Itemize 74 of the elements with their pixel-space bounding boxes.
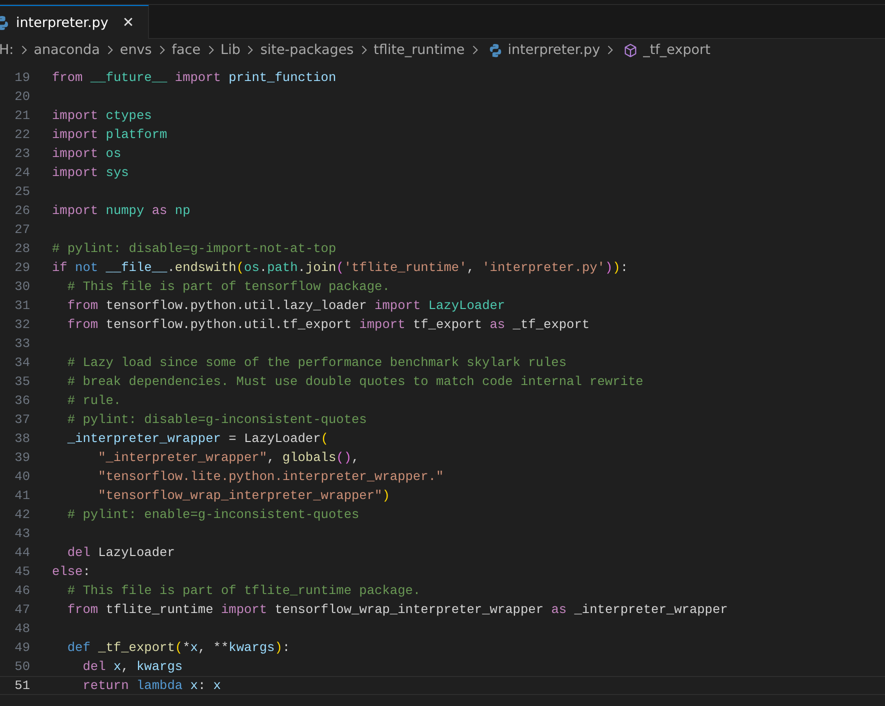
breadcrumb-item[interactable]: H: [0, 42, 15, 58]
line-number: 22 [14, 126, 30, 144]
breadcrumb-item[interactable]: _tf_export [642, 42, 712, 58]
line-number: 44 [14, 544, 30, 562]
code-line: # break dependencies. Must use double quotes to match code internal rewrite [66, 373, 644, 391]
code-line: del x, kwargs [82, 658, 183, 676]
line-number: 24 [14, 164, 30, 182]
code-line: # This file is part of tflite_runtime package. [66, 582, 421, 600]
code-line: del LazyLoader [66, 544, 175, 562]
code-line: return lambda x: x [82, 677, 221, 694]
code-line: "tensorflow.lite.python.interpreter_wrapper." [97, 468, 444, 486]
code-line: from tensorflow.python.util.lazy_loader import LazyLoader [66, 297, 506, 315]
line-number: 33 [14, 335, 30, 353]
line-number: 34 [14, 354, 30, 372]
breadcrumb-item[interactable]: tflite_runtime [372, 42, 466, 58]
line-number: 48 [14, 620, 30, 638]
line-number: 27 [14, 221, 30, 239]
close-button[interactable]: ✕ [118, 14, 138, 30]
breadcrumb-item[interactable]: site-packages [259, 42, 355, 58]
code-line: # Lazy load since some of the performance benchmark skylark rules [66, 354, 567, 372]
code-line: import numpy as np [52, 202, 190, 220]
code-line: # pylint: disable=g-import-not-at-top [52, 240, 336, 258]
code-line: import ctypes [52, 107, 152, 125]
code-line: from tflite_runtime import tensorflow_wrap_interpreter_wrapper as _interpreter_wrapper [66, 601, 728, 619]
breadcrumb-item[interactable]: envs [118, 42, 153, 58]
line-number: 37 [14, 411, 30, 429]
line-number: 21 [14, 107, 30, 125]
line-number: 50 [14, 658, 30, 676]
code-line: _interpreter_wrapper = LazyLoader( [66, 430, 328, 448]
line-number: 31 [14, 297, 30, 315]
line-number: 25 [14, 183, 30, 201]
breadcrumb-item[interactable]: anaconda [32, 42, 101, 58]
code-line: else: [52, 563, 90, 581]
line-number: 35 [14, 373, 30, 391]
cube-icon [623, 42, 638, 58]
line-number: 47 [14, 601, 30, 619]
line-number: 23 [14, 145, 30, 163]
line-number: 26 [14, 202, 30, 220]
code-line: from __future__ import print_function [52, 69, 336, 87]
code-line: import sys [52, 164, 129, 182]
line-number: 43 [14, 525, 30, 543]
line-number: 51 [14, 677, 30, 694]
code-line: # pylint: enable=g-inconsistent-quotes [66, 506, 360, 524]
line-number: 38 [14, 430, 30, 448]
line-number: 46 [14, 582, 30, 600]
line-number: 45 [14, 563, 30, 581]
line-number: 28 [14, 240, 30, 258]
line-number: 40 [14, 468, 30, 486]
code-line: # pylint: disable=g-inconsistent-quotes [66, 411, 367, 429]
line-number: 29 [14, 259, 30, 277]
line-number: 36 [14, 392, 30, 410]
line-number: 20 [14, 88, 30, 106]
editor-tab[interactable]: interpreter.py ✕ [0, 5, 150, 39]
breadcrumb-item[interactable]: face [170, 42, 202, 58]
code-line: import os [52, 145, 122, 163]
code-line: "tensorflow_wrap_interpreter_wrapper") [97, 487, 390, 505]
code-line: from tensorflow.python.util.tf_export import tf_export as _tf_export [66, 316, 590, 334]
code-line: # This file is part of tensorflow package. [66, 278, 390, 296]
code-line: import platform [52, 126, 168, 144]
code-line: # rule. [66, 392, 122, 410]
line-number: 39 [14, 449, 30, 467]
line-number: 49 [14, 639, 30, 657]
line-number: 41 [14, 487, 30, 505]
code-line: "_interpreter_wrapper", globals(), [97, 449, 360, 467]
breadcrumb-item[interactable]: Lib [220, 42, 242, 58]
line-number: 42 [14, 506, 30, 524]
line-number: 19 [14, 69, 30, 87]
code-line: def _tf_export(*x, **kwargs): [66, 639, 290, 657]
line-number: 30 [14, 278, 30, 296]
python-icon [488, 42, 503, 58]
line-number: 32 [14, 316, 30, 334]
tab-label: interpreter.py [16, 14, 108, 30]
code-line: if not __file__.endswith(os.path.join('tflite_runtime', 'interpreter.py')): [52, 259, 628, 277]
breadcrumb-item[interactable]: interpreter.py [506, 42, 602, 58]
